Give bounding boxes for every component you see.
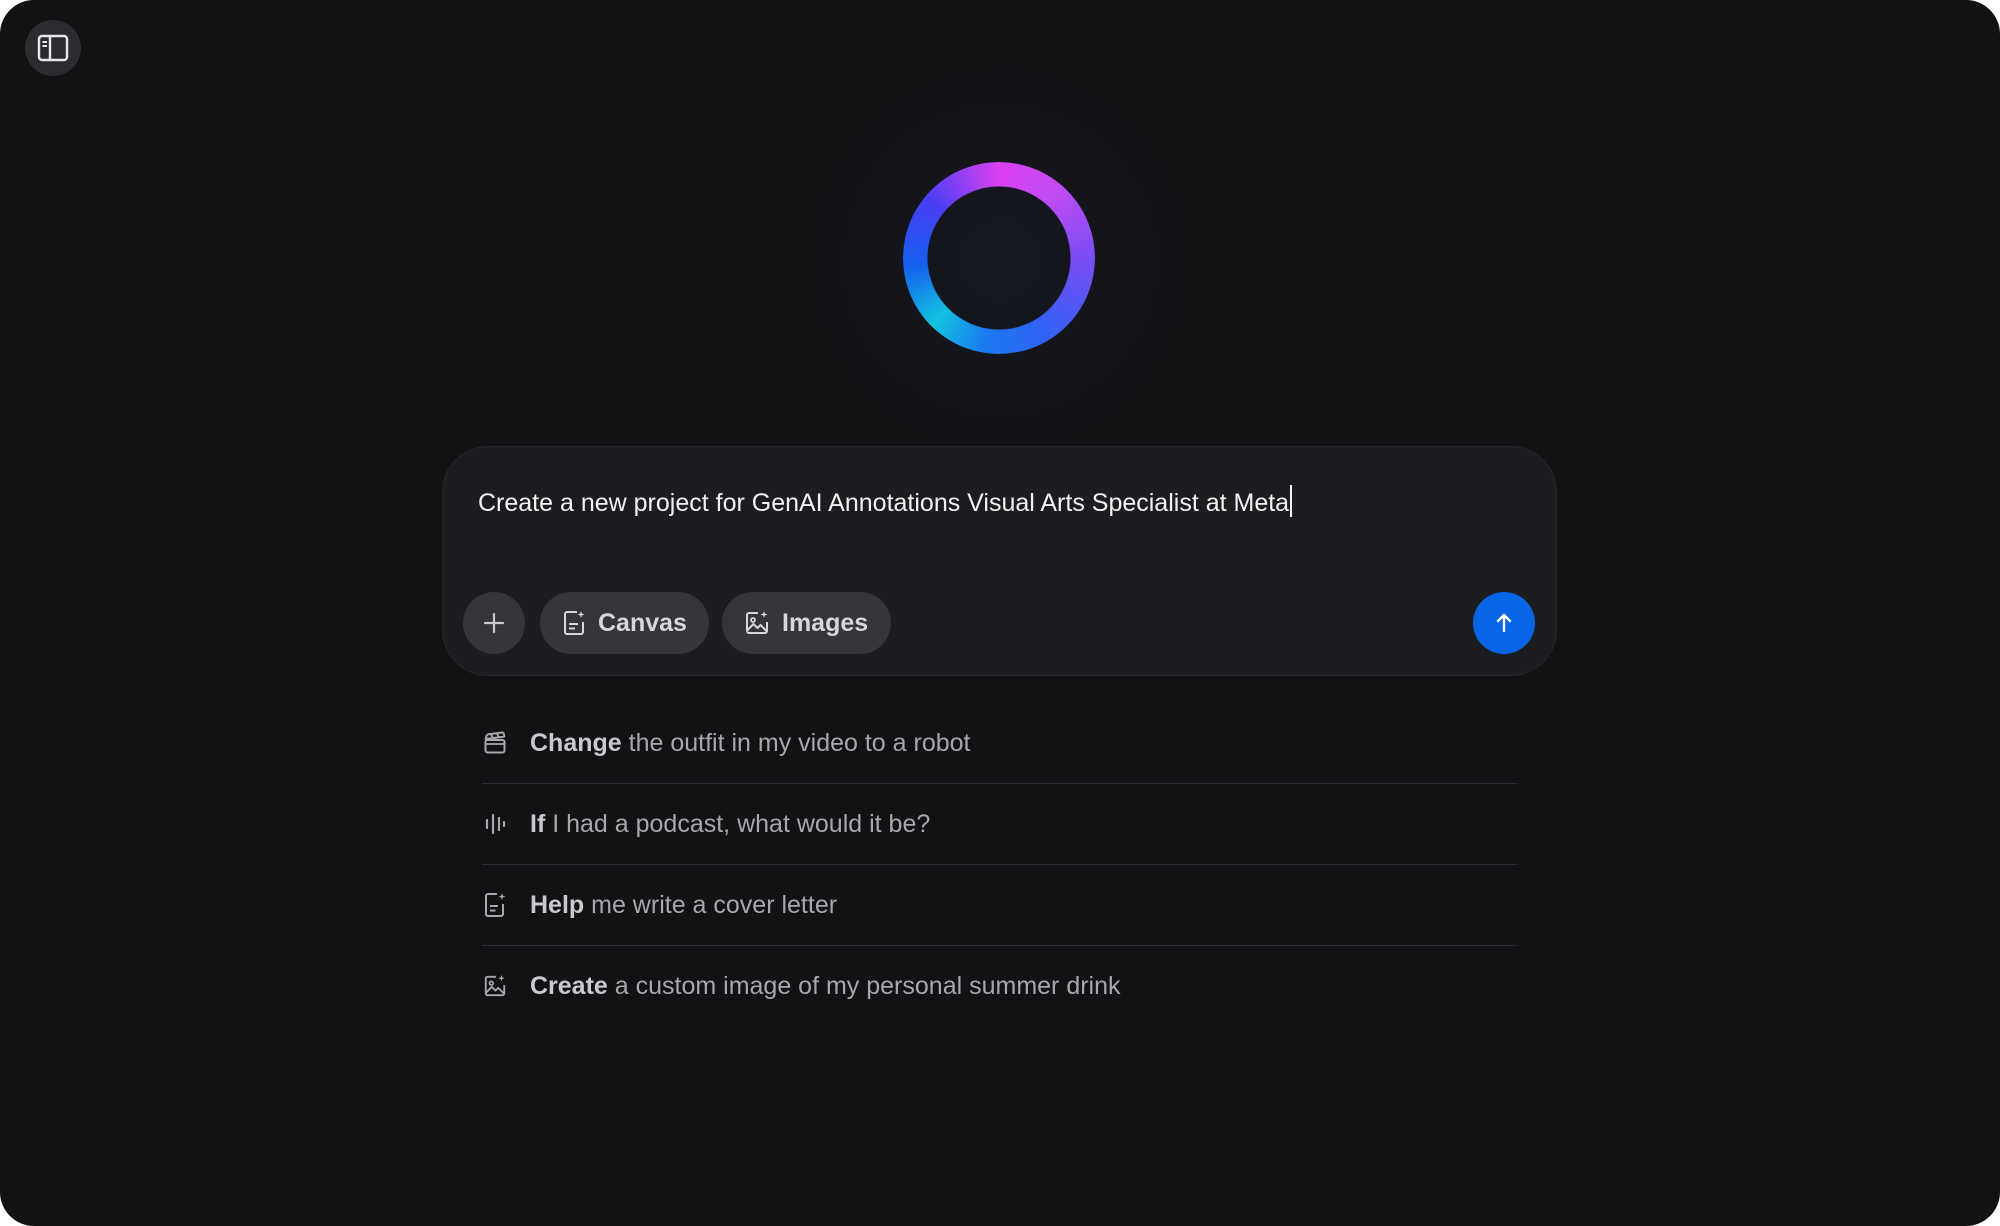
sidebar-toggle-button[interactable]: [25, 20, 81, 76]
suggestion-rest: a custom image of my personal summer dri…: [607, 971, 1121, 1000]
suggestion-keyword: Change: [530, 728, 622, 757]
suggestion-rest: the outfit in my video to a robot: [621, 728, 971, 757]
suggestion-rest: me write a cover letter: [584, 890, 838, 919]
sidebar-panel-icon: [37, 34, 69, 62]
image-icon: [746, 611, 768, 634]
images-tool-button[interactable]: Images: [722, 592, 891, 654]
suggestion-text: Change the outfit in my video to a robot: [530, 729, 971, 758]
app-window: Create a new project for GenAI Annotatio…: [0, 0, 2000, 1226]
canvas-tool-button[interactable]: Canvas: [540, 592, 709, 654]
document-sparkle-icon: [482, 892, 508, 918]
suggestion-item-summer-drink[interactable]: Create a custom image of my personal sum…: [482, 945, 1517, 1026]
canvas-icon: [564, 611, 585, 635]
canvas-label: Canvas: [598, 608, 687, 637]
suggestion-text: Help me write a cover letter: [530, 891, 837, 920]
prompt-input[interactable]: Create a new project for GenAI Annotatio…: [478, 485, 1293, 518]
suggestion-text: If I had a podcast, what would it be?: [530, 810, 930, 839]
arrow-up-icon: [1496, 613, 1512, 633]
suggestion-keyword: If: [530, 809, 546, 838]
send-button[interactable]: [1473, 592, 1535, 654]
suggestion-item-change-outfit[interactable]: Change the outfit in my video to a robot: [482, 703, 1517, 783]
audio-waveform-icon: [482, 811, 508, 837]
plus-icon: [483, 612, 505, 634]
suggestion-item-cover-letter[interactable]: Help me write a cover letter: [482, 864, 1517, 945]
suggestion-keyword: Create: [530, 971, 608, 1000]
images-label: Images: [782, 608, 869, 637]
image-sparkle-icon: [482, 973, 508, 999]
suggestion-item-podcast[interactable]: If I had a podcast, what would it be?: [482, 783, 1517, 864]
text-caret: [1290, 485, 1293, 517]
suggestion-keyword: Help: [530, 890, 585, 919]
meta-ai-logo: [903, 162, 1095, 354]
clapperboard-icon: [482, 730, 508, 756]
prompt-input-value: Create a new project for GenAI Annotatio…: [478, 489, 1290, 517]
prompt-composer: Create a new project for GenAI Annotatio…: [442, 446, 1557, 676]
suggestion-text: Create a custom image of my personal sum…: [530, 972, 1121, 1001]
add-attachment-button[interactable]: [463, 592, 525, 654]
suggestion-rest: I had a podcast, what would it be?: [545, 809, 931, 838]
suggestion-list: Change the outfit in my video to a robot…: [482, 703, 1517, 1026]
